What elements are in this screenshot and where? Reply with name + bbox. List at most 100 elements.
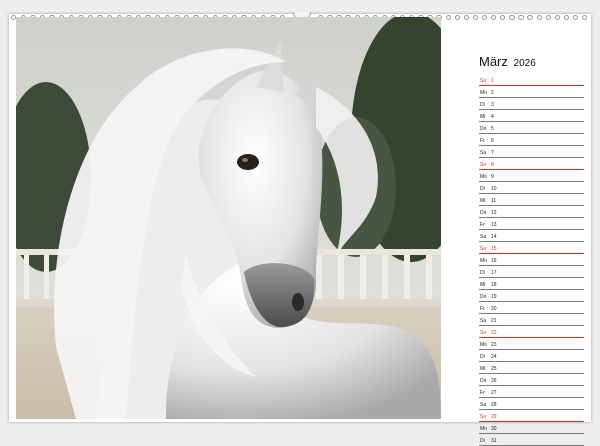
day-number: 10 — [491, 186, 497, 192]
day-of-week: Do — [480, 210, 487, 216]
binding-ring — [481, 15, 488, 21]
day-number: 29 — [491, 414, 497, 420]
day-row: Mo 9 — [479, 170, 584, 182]
day-number: 25 — [491, 366, 497, 372]
day-number: 1 — [491, 78, 494, 84]
day-of-week: Sa — [480, 318, 487, 324]
day-of-week: Mo — [480, 342, 487, 348]
day-number: 20 — [491, 306, 497, 312]
day-row: Mo 16 — [479, 254, 584, 266]
binding-ring — [500, 15, 506, 21]
day-of-week: Mo — [480, 90, 487, 96]
day-row: Mi 25 — [479, 362, 584, 374]
day-row: Mi 11 — [479, 194, 584, 206]
day-number: 3 — [491, 102, 494, 108]
day-of-week: Mi — [480, 114, 486, 120]
day-of-week: So — [480, 162, 487, 168]
day-number: 21 — [491, 318, 497, 324]
day-of-week: Di — [480, 102, 485, 108]
day-number: 9 — [491, 174, 494, 180]
day-number: 4 — [491, 114, 494, 120]
day-number: 12 — [491, 210, 497, 216]
day-number: 26 — [491, 378, 497, 384]
month-name: März — [479, 54, 508, 69]
day-row: Mo 23 — [479, 338, 584, 350]
day-of-week: Sa — [480, 402, 487, 408]
day-number: 18 — [491, 282, 497, 288]
day-row: Do 12 — [479, 206, 584, 218]
day-row: Mo 2 — [479, 86, 584, 98]
day-row: Mi 4 — [479, 110, 584, 122]
white-horse-illustration — [16, 17, 441, 419]
binding-ring — [518, 15, 524, 21]
day-of-week: So — [480, 330, 487, 336]
day-row: Di 31 — [479, 434, 584, 446]
day-row: So 1 — [479, 74, 584, 86]
day-of-week: Di — [480, 438, 485, 444]
day-number: 7 — [491, 150, 494, 156]
day-of-week: Sa — [480, 234, 487, 240]
day-of-week: Mo — [480, 258, 487, 264]
binding-ring — [536, 15, 542, 21]
day-number: 6 — [491, 138, 494, 144]
day-of-week: Mo — [480, 174, 487, 180]
day-list: So 1 Mo 2 Di 3 Mi 4 Do 5 Fr 6 Sa 7 So 8 Mo 9 Di 10 Mi 11 Do 12 F… — [479, 74, 584, 446]
day-number: 16 — [491, 258, 497, 264]
binding-ring — [563, 15, 570, 21]
month-header: März 2026 — [479, 54, 584, 69]
day-of-week: Do — [480, 378, 487, 384]
day-number: 22 — [491, 330, 497, 336]
binding-ring — [509, 15, 515, 21]
day-of-week: Fr — [480, 306, 485, 312]
day-row: Sa 28 — [479, 398, 584, 410]
day-row: Di 17 — [479, 266, 584, 278]
day-number: 17 — [491, 270, 497, 276]
day-of-week: Do — [480, 294, 487, 300]
year: 2026 — [513, 58, 536, 69]
binding-ring — [445, 15, 451, 21]
day-number: 14 — [491, 234, 497, 240]
binding-ring — [582, 15, 588, 21]
day-of-week: So — [480, 414, 487, 420]
day-number: 19 — [491, 294, 497, 300]
day-row: So 8 — [479, 158, 584, 170]
binding-ring — [527, 15, 533, 21]
binding-ring — [545, 15, 551, 21]
day-row: Fr 6 — [479, 134, 584, 146]
day-number: 8 — [491, 162, 494, 168]
day-of-week: Di — [480, 354, 485, 360]
day-of-week: So — [480, 246, 487, 252]
day-row: Sa 21 — [479, 314, 584, 326]
day-row: Di 24 — [479, 350, 584, 362]
day-number: 15 — [491, 246, 497, 252]
day-number: 11 — [491, 198, 497, 204]
day-of-week: Mi — [480, 282, 486, 288]
day-number: 28 — [491, 402, 497, 408]
day-row: Di 10 — [479, 182, 584, 194]
day-row: Mi 18 — [479, 278, 584, 290]
day-of-week: Fr — [480, 390, 485, 396]
day-row: So 15 — [479, 242, 584, 254]
day-row: Fr 27 — [479, 386, 584, 398]
day-of-week: Fr — [480, 138, 485, 144]
day-row: Do 26 — [479, 374, 584, 386]
day-number: 23 — [491, 342, 497, 348]
day-row: Sa 7 — [479, 146, 584, 158]
day-of-week: Fr — [480, 222, 485, 228]
day-row: Fr 13 — [479, 218, 584, 230]
calendar-page: März 2026 So 1 Mo 2 Di 3 Mi 4 Do 5 Fr 6 Sa 7 So 8 Mo 9 Di 1… — [9, 12, 591, 446]
day-of-week: Di — [480, 270, 485, 276]
day-row: Do 19 — [479, 290, 584, 302]
day-row: Sa 14 — [479, 230, 584, 242]
binding-ring — [454, 15, 460, 21]
day-number: 27 — [491, 390, 497, 396]
binding-ring — [572, 15, 579, 21]
day-of-week: Di — [480, 186, 485, 192]
day-of-week: Sa — [480, 150, 487, 156]
binding-ring — [463, 15, 470, 21]
day-number: 2 — [491, 90, 494, 96]
day-of-week: Mi — [480, 198, 486, 204]
day-of-week: Mi — [480, 366, 486, 372]
day-row: So 29 — [479, 410, 584, 422]
day-row: Mo 30 — [479, 422, 584, 434]
